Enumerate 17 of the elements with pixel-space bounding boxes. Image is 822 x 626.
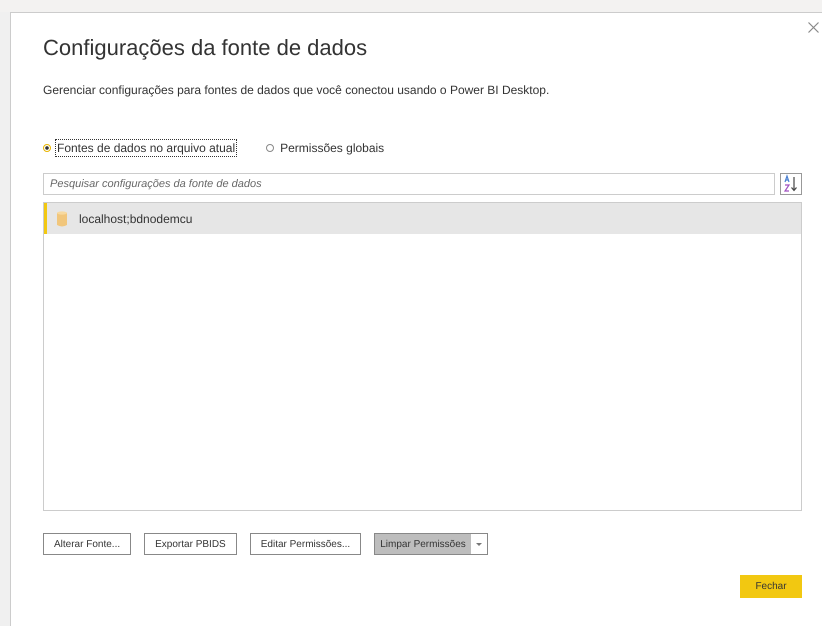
- radio-label[interactable]: Fontes de dados no arquivo atual: [56, 140, 236, 156]
- database-icon: [57, 210, 67, 226]
- action-button[interactable]: Editar Permissões...: [250, 533, 362, 555]
- radio-button[interactable]: [266, 144, 274, 152]
- data-source-item[interactable]: localhost;bdnodemcu: [44, 203, 801, 234]
- radio-label[interactable]: Permissões globais: [279, 140, 386, 156]
- caret-icon: [476, 542, 482, 546]
- action-button[interactable]: Alterar Fonte...: [43, 533, 132, 555]
- dialog-title: Configurações da fonte de dados: [43, 35, 368, 61]
- radio-button[interactable]: [43, 144, 51, 152]
- sort-az-icon[interactable]: [780, 173, 802, 195]
- dialog-description: Gerenciar configurações para fontes de dados que você conectou usando o Power BI Desktop.: [43, 83, 550, 97]
- search-field[interactable]: Pesquisar configurações da fonte de dados: [43, 173, 775, 195]
- close-icon[interactable]: [808, 22, 819, 33]
- action-button[interactable]: Exportar PBIDS: [144, 533, 237, 555]
- close-button[interactable]: Fechar: [740, 575, 802, 598]
- split-button[interactable]: Limpar Permissões: [374, 533, 488, 555]
